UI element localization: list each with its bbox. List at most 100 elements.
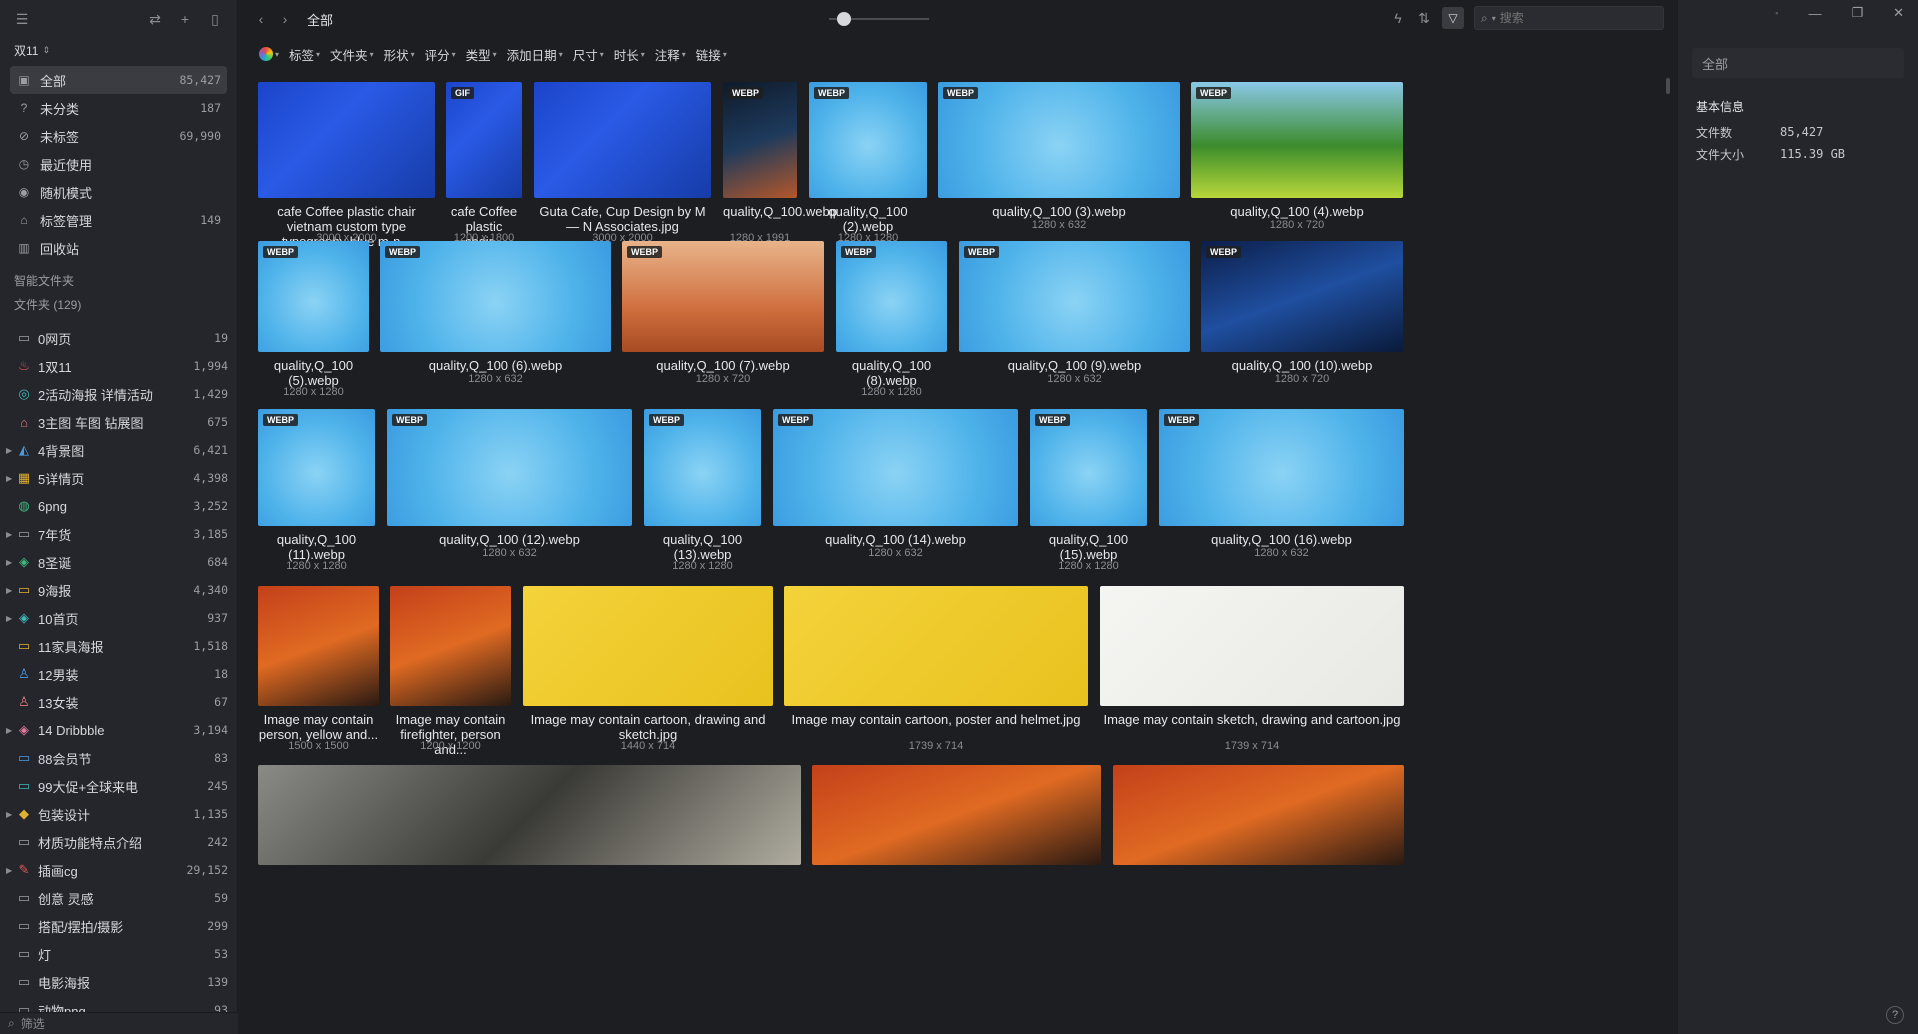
search-box[interactable]: ⌕ ▾ xyxy=(1474,6,1664,30)
expand-arrow-icon[interactable]: ▶ xyxy=(6,866,16,875)
filter-0[interactable]: 标签 ▾ xyxy=(289,45,320,64)
folder-item[interactable]: ▭ 11家具海报 1,518 xyxy=(0,632,238,660)
filter-1[interactable]: 文件夹 ▾ xyxy=(330,45,374,64)
pin-icon[interactable]: ▪ xyxy=(1775,8,1778,18)
expand-arrow-icon[interactable]: ▶ xyxy=(6,446,16,455)
filter-3[interactable]: 评分 ▾ xyxy=(425,45,456,64)
sort-icon[interactable]: ⇅ xyxy=(1416,10,1432,26)
asset-thumbnail[interactable] xyxy=(812,765,1101,865)
asset-thumbnail[interactable] xyxy=(258,765,801,865)
asset-thumbnail[interactable]: WEBP xyxy=(773,409,1018,526)
expand-arrow-icon[interactable]: ▶ xyxy=(6,726,16,735)
asset-thumbnail[interactable] xyxy=(523,586,773,706)
expand-arrow-icon[interactable]: ▶ xyxy=(6,558,16,567)
maximize-icon[interactable]: ❐ xyxy=(1851,5,1863,21)
sidebar-item-3[interactable]: ◷ 最近使用 xyxy=(10,150,227,178)
folder-item[interactable]: ◎ 2活动海报 详情活动 1,429 xyxy=(0,380,238,408)
filter-2[interactable]: 形状 ▾ xyxy=(384,45,415,64)
folder-item[interactable]: ▶ ◈ 8圣诞 684 xyxy=(0,548,238,576)
folder-item[interactable]: ▶ ▭ 9海报 4,340 xyxy=(0,576,238,604)
library-switcher[interactable]: 双11 ⇕ xyxy=(0,38,237,62)
folder-item[interactable]: ♙ 12男装 18 xyxy=(0,660,238,688)
asset-thumbnail[interactable]: WEBP xyxy=(809,82,927,198)
folder-item[interactable]: ▶ ◆ 包装设计 1,135 xyxy=(0,800,238,828)
asset-thumbnail[interactable]: WEBP xyxy=(380,241,611,352)
asset-thumbnail[interactable]: GIF xyxy=(446,82,522,198)
chevron-down-icon[interactable]: ▾ xyxy=(1492,14,1496,23)
expand-arrow-icon[interactable]: ▶ xyxy=(6,474,16,483)
asset-thumbnail[interactable]: WEBP xyxy=(622,241,824,352)
asset-thumbnail[interactable] xyxy=(258,586,379,706)
sidebar-item-2[interactable]: ⊘ 未标签 69,990 xyxy=(10,122,227,150)
folder-item[interactable]: ▭ 创意 灵感 59 xyxy=(0,884,238,912)
folder-item[interactable]: ▶ ✎ 插画cg 29,152 xyxy=(0,856,238,884)
folder-item[interactable]: ▭ 电影海报 139 xyxy=(0,968,238,996)
folder-item[interactable]: ♙ 13女装 67 xyxy=(0,688,238,716)
folder-item[interactable]: ▶ ▦ 5详情页 4,398 xyxy=(0,464,238,492)
asset-thumbnail[interactable]: WEBP xyxy=(938,82,1180,198)
folder-item[interactable]: ♨ 1双11 1,994 xyxy=(0,352,238,380)
help-icon[interactable]: ? xyxy=(1886,1006,1904,1024)
lightning-icon[interactable]: ϟ xyxy=(1390,10,1406,26)
folder-item[interactable]: ▭ 99大促+全球来电 245 xyxy=(0,772,238,800)
close-icon[interactable]: ✕ xyxy=(1893,5,1904,21)
folder-item[interactable]: ⌂ 3主图 车图 钻展图 675 xyxy=(0,408,238,436)
sidebar-item-0[interactable]: ▣ 全部 85,427 xyxy=(10,66,227,94)
back-icon[interactable]: ‹ xyxy=(253,11,269,27)
thumbnail-size-slider[interactable] xyxy=(829,12,929,26)
filter-7[interactable]: 时长 ▾ xyxy=(614,45,645,64)
minimize-icon[interactable]: — xyxy=(1808,6,1821,21)
folder-item[interactable]: ▶ ▭ 7年货 3,185 xyxy=(0,520,238,548)
layout-icon[interactable]: ▯ xyxy=(207,11,223,27)
expand-arrow-icon[interactable]: ▶ xyxy=(6,810,16,819)
folder-item[interactable]: ▭ 灯 53 xyxy=(0,940,238,968)
folder-name-field[interactable]: 全部 xyxy=(1692,48,1904,78)
forward-icon[interactable]: › xyxy=(277,11,293,27)
asset-thumbnail[interactable]: WEBP xyxy=(836,241,947,352)
asset-thumbnail[interactable]: WEBP xyxy=(1159,409,1404,526)
filter-icon[interactable]: ▽ xyxy=(1442,7,1464,29)
filter-4[interactable]: 类型 ▾ xyxy=(466,45,497,64)
filter-5[interactable]: 添加日期 ▾ xyxy=(507,45,563,64)
asset-thumbnail[interactable]: WEBP xyxy=(1201,241,1403,352)
asset-thumbnail[interactable]: WEBP xyxy=(959,241,1190,352)
search-input[interactable] xyxy=(1499,11,1640,25)
asset-thumbnail[interactable] xyxy=(1100,586,1404,706)
asset-thumbnail[interactable]: WEBP xyxy=(258,409,375,526)
sync-icon[interactable]: ⇄ xyxy=(147,11,163,27)
sidebar-item-1[interactable]: ? 未分类 187 xyxy=(10,94,227,122)
sidebar-item-4[interactable]: ◉ 随机模式 xyxy=(10,178,227,206)
asset-thumbnail[interactable] xyxy=(784,586,1088,706)
folders-title[interactable]: 文件夹 (129) xyxy=(0,292,237,316)
expand-arrow-icon[interactable]: ▶ xyxy=(6,614,16,623)
asset-thumbnail[interactable] xyxy=(390,586,511,706)
asset-thumbnail[interactable]: WEBP xyxy=(258,241,369,352)
folder-item[interactable]: ▭ 搭配/摆拍/摄影 299 xyxy=(0,912,238,940)
smart-folders-title[interactable]: 智能文件夹 xyxy=(0,268,237,292)
folder-item[interactable]: ◍ 6png 3,252 xyxy=(0,492,238,520)
folder-item[interactable]: ▶ ◈ 10首页 937 xyxy=(0,604,238,632)
asset-thumbnail[interactable] xyxy=(1113,765,1404,865)
folder-item[interactable]: ▶ ◭ 4背景图 6,421 xyxy=(0,436,238,464)
slider-handle[interactable] xyxy=(837,12,851,26)
asset-thumbnail[interactable]: WEBP xyxy=(723,82,797,198)
menu-icon[interactable]: ☰ xyxy=(14,11,30,27)
filter-6[interactable]: 尺寸 ▾ xyxy=(573,45,604,64)
filter-8[interactable]: 注释 ▾ xyxy=(655,45,686,64)
asset-thumbnail[interactable] xyxy=(534,82,711,198)
folder-item[interactable]: ▭ 材质功能特点介绍 242 xyxy=(0,828,238,856)
asset-thumbnail[interactable]: WEBP xyxy=(644,409,761,526)
sidebar-item-5[interactable]: ⌂ 标签管理 149 xyxy=(10,206,227,234)
asset-thumbnail[interactable] xyxy=(258,82,435,198)
expand-arrow-icon[interactable]: ▶ xyxy=(6,530,16,539)
expand-arrow-icon[interactable]: ▶ xyxy=(6,586,16,595)
asset-thumbnail[interactable]: WEBP xyxy=(1191,82,1403,198)
scrollbar[interactable] xyxy=(1666,78,1670,94)
sidebar-item-6[interactable]: ▥ 回收站 xyxy=(10,234,227,262)
asset-thumbnail[interactable]: WEBP xyxy=(1030,409,1147,526)
folder-filter[interactable]: ⌕ 筛选 xyxy=(0,1012,238,1034)
folder-item[interactable]: ▶ ◈ 14 Dribbble 3,194 xyxy=(0,716,238,744)
folder-item[interactable]: ▭ 88会员节 83 xyxy=(0,744,238,772)
add-icon[interactable]: + xyxy=(177,11,193,27)
asset-thumbnail[interactable]: WEBP xyxy=(387,409,632,526)
